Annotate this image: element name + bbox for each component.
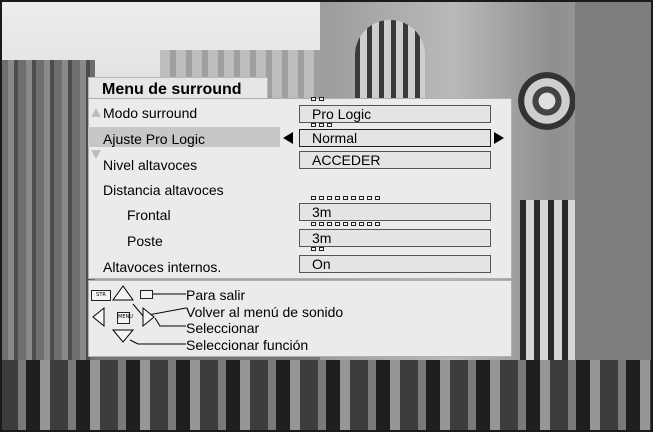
background-crowd (0, 360, 653, 432)
background-rose-window (518, 72, 576, 130)
ajuste-pro-logic-value[interactable]: Normal (299, 129, 491, 147)
help-back-text: Volver al menú de sonido (186, 304, 344, 320)
level-indicator-icon (311, 97, 324, 102)
up-key-icon (112, 285, 134, 301)
menu-item-modo-surround[interactable]: Modo surround (103, 105, 197, 121)
level-indicator-icon (311, 222, 380, 227)
scroll-up-icon[interactable] (91, 108, 101, 117)
altavoces-internos-value[interactable]: On (299, 255, 491, 273)
menu-item-ajuste-pro-logic[interactable]: Ajuste Pro Logic (103, 131, 205, 147)
left-key-icon (92, 306, 105, 328)
help-select-text: Seleccionar (186, 320, 260, 336)
connector-select-line (154, 317, 186, 327)
help-exit-text: Para salir (186, 287, 246, 303)
background-arched-window (355, 20, 425, 110)
menu-title: Menu de surround (88, 77, 268, 100)
menu-item-frontal[interactable]: Frontal (127, 207, 171, 223)
connector-back-line (132, 303, 187, 317)
exit-key-icon: STR (91, 290, 111, 301)
scroll-down-icon[interactable] (91, 150, 101, 159)
help-select-function-text: Seleccionar función (186, 337, 309, 353)
level-indicator-icon (311, 123, 332, 128)
right-key-icon (142, 306, 155, 328)
modo-surround-value[interactable]: Pro Logic (299, 105, 491, 123)
frontal-value[interactable]: 3m (299, 203, 491, 221)
menu-item-altavoces-internos[interactable]: Altavoces internos. (103, 259, 221, 275)
menu-item-distancia-altavoces[interactable]: Distancia altavoces (103, 182, 224, 198)
nivel-altavoces-value[interactable]: ACCEDER (299, 151, 491, 169)
level-indicator-icon (311, 247, 324, 252)
minus-key-icon (140, 290, 153, 299)
menu-key-icon: MENU (117, 312, 133, 324)
menu-item-nivel-altavoces[interactable]: Nivel altavoces (103, 157, 197, 173)
poste-value[interactable]: 3m (299, 229, 491, 247)
level-indicator-icon (311, 196, 380, 201)
connector-function-line (129, 339, 186, 345)
left-arrow-icon[interactable] (283, 132, 293, 144)
background-tall-window (520, 200, 578, 360)
menu-item-poste[interactable]: Poste (127, 233, 163, 249)
right-arrow-icon[interactable] (494, 132, 504, 144)
